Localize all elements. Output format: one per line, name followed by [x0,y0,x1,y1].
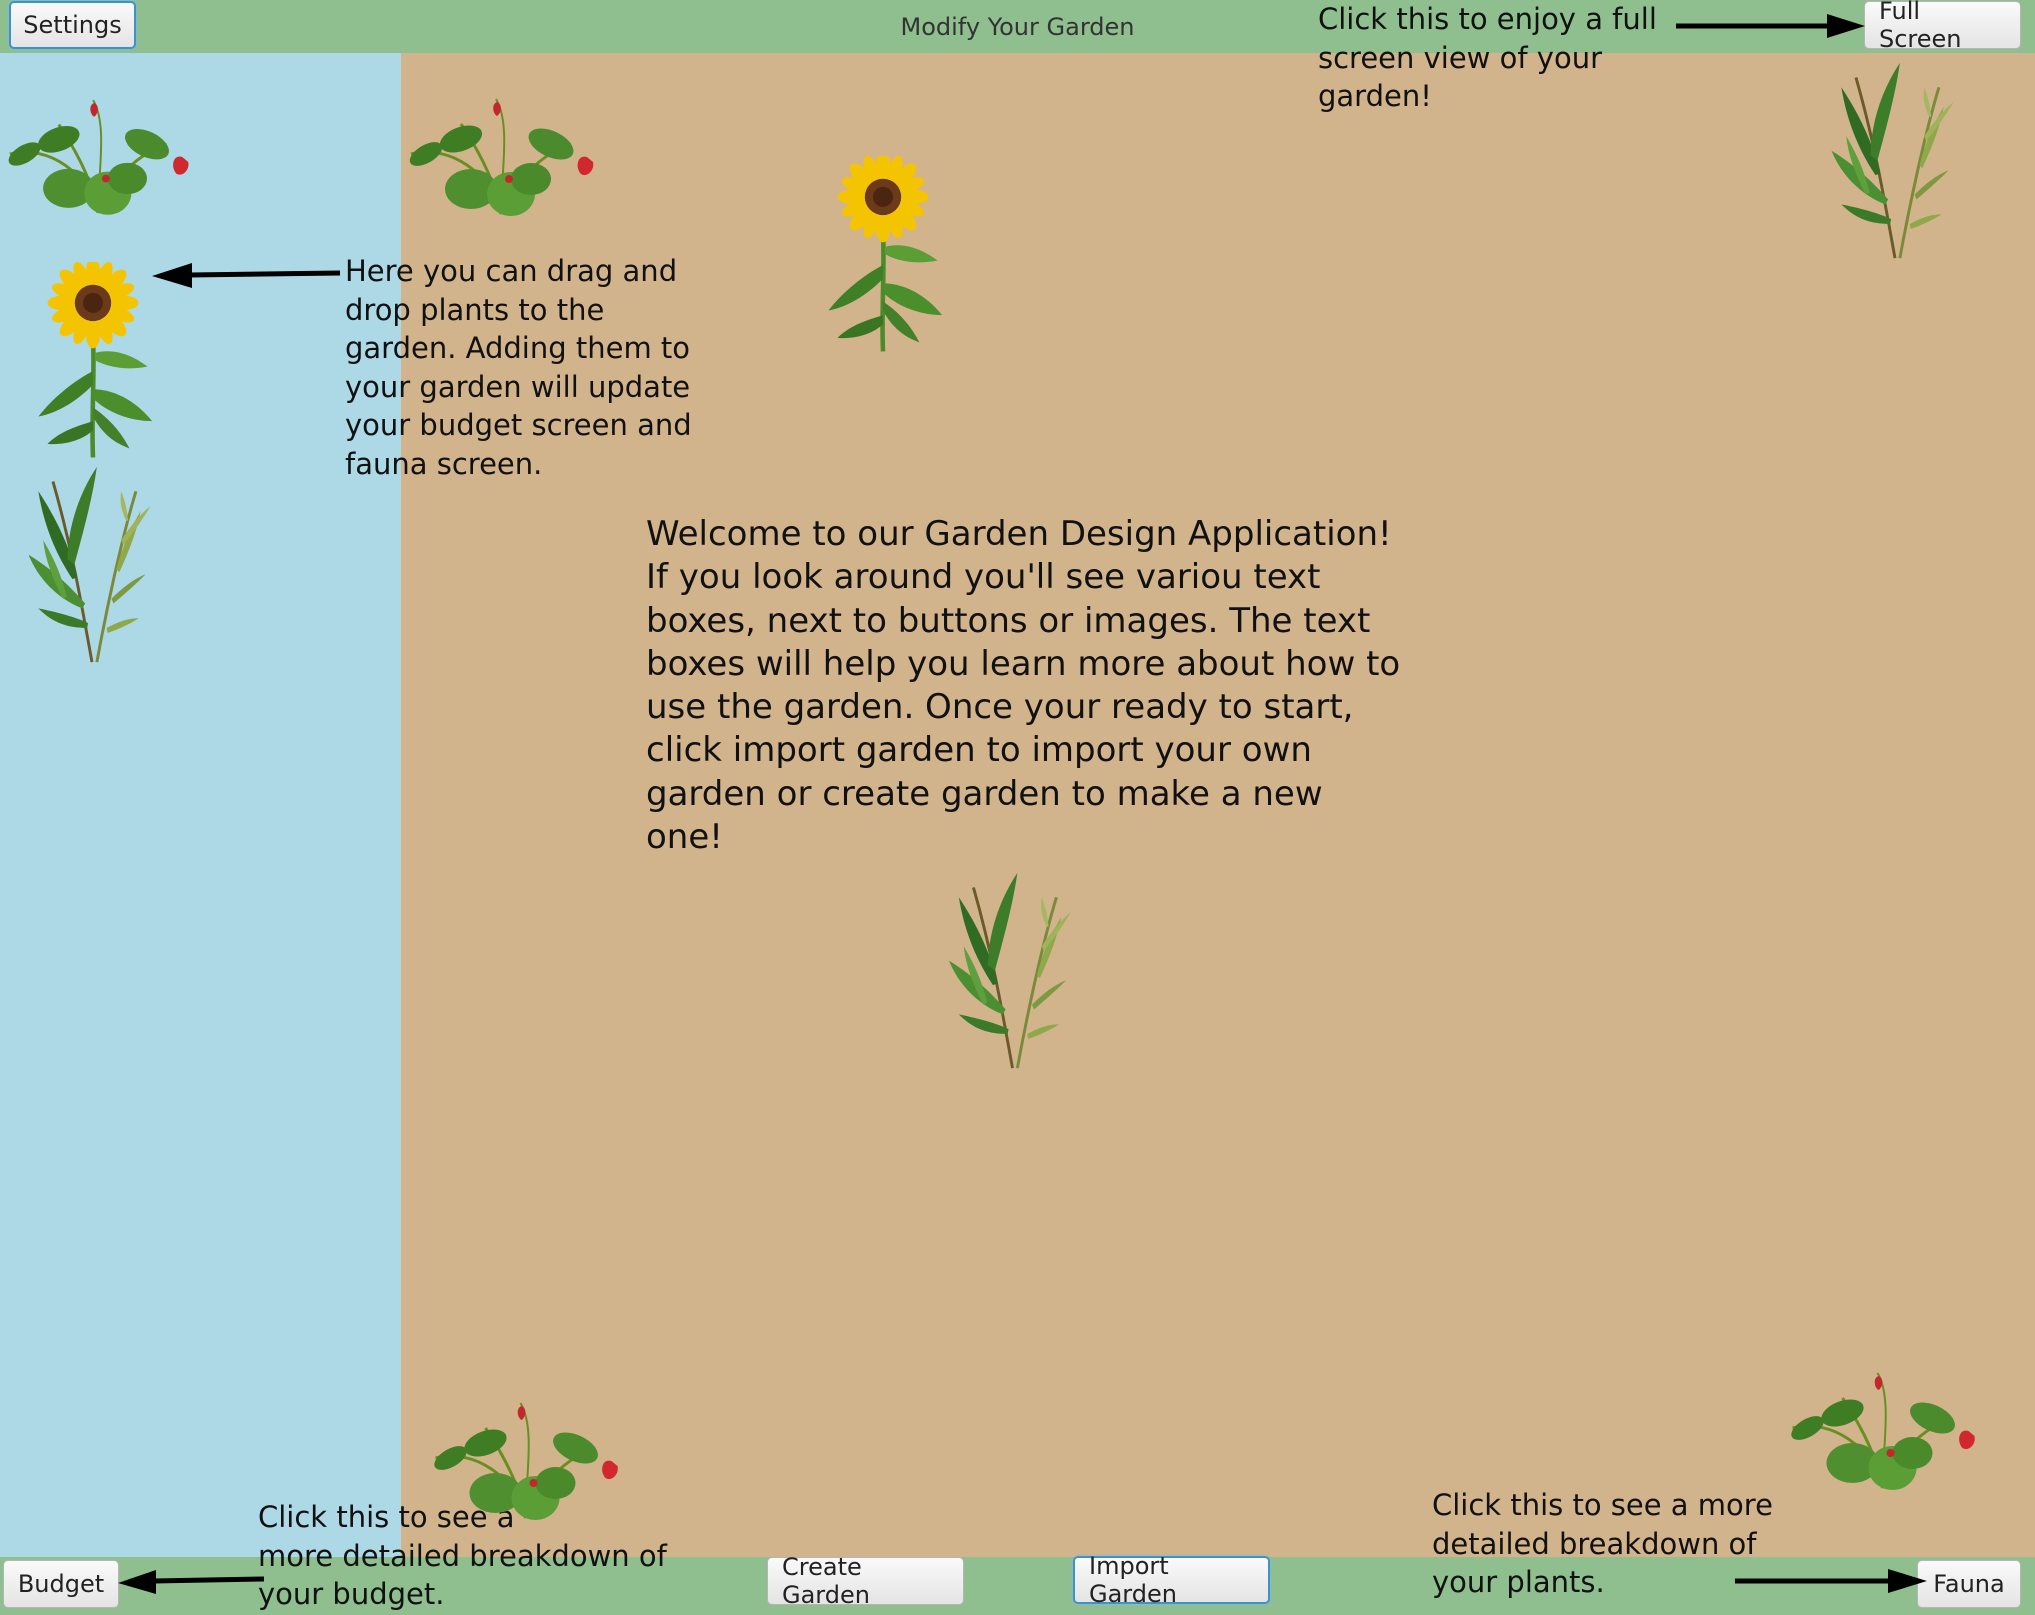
import-garden-button[interactable]: Import Garden [1073,1552,1270,1608]
sunflower-plant-icon[interactable] [18,262,168,462]
strawberry-plant-icon[interactable] [1780,1358,1985,1498]
fullscreen-button[interactable]: Full Screen [1864,0,2021,53]
willow-plant-icon[interactable] [940,868,1085,1073]
fullscreen-help-text: Click this to enjoy a full screen view o… [1318,2,1657,113]
arrow-to-budget-icon [118,1570,265,1594]
budget-button[interactable]: Budget [3,1560,119,1608]
arrow-to-fauna-icon [1735,1569,1927,1593]
strawberry-plant-icon[interactable] [423,1388,628,1528]
arrow-to-sidebar-icon [152,263,341,288]
willow-plant-icon[interactable] [1820,58,1970,263]
strawberry-plant-icon[interactable] [401,84,601,224]
sunflower-plant-icon[interactable] [803,156,963,356]
arrow-to-fullscreen-icon [1676,14,1865,38]
willow-plant-icon[interactable] [22,462,162,667]
drag-drop-help-text: Here you can drag and drop plants to the… [345,254,692,481]
strawberry-plant-icon[interactable] [0,84,196,224]
settings-button[interactable]: Settings [9,1,136,49]
welcome-message: Welcome to our Garden Design Application… [646,514,1401,858]
create-garden-button[interactable]: Create Garden [767,1553,964,1609]
